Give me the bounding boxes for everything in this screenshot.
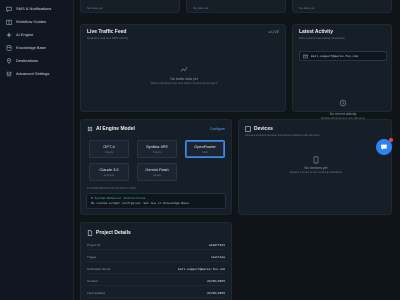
sidebar-item-workflow-guides[interactable]: Workflow Guides [0,15,74,28]
model-option-gemini[interactable]: Gemini Flash Google [137,163,177,181]
detail-key: Trigger [87,255,97,259]
sidebar-item-label: AI Engine [16,32,34,37]
model-desc: Custom [152,151,162,154]
latest-activity-card: Latest Activity Most recent user-facing … [292,24,392,120]
devices-card: Devices View and configure handsets and … [238,119,392,215]
stat-card-3: No data yet [292,0,392,13]
card-header: Project Details [87,230,131,236]
chart-icon [180,65,188,73]
card-subtitle: Most recent user-facing interaction [299,36,346,40]
empty-title: No recent activity [329,112,357,116]
empty-desc: Metrics will appear here once traffic is… [150,82,218,85]
prompt-line-2: No custom prompt configured. Set one in … [91,201,191,205]
card-title: Latest Activity [299,29,333,35]
sidebar-item-ai-engine[interactable]: AI Engine [0,28,74,41]
model-option-openrouter[interactable]: OpenRouter Multi [185,140,225,158]
detail-key: Project ID [87,243,101,247]
detail-value: 22/06/2025 [206,279,225,283]
configure-link[interactable]: Configure [210,127,225,131]
phone-icon [312,156,320,164]
model-name: Synthia 4PE [145,144,168,149]
detail-row: Notification Email mail-support@aereo-fo… [87,265,225,274]
detail-key: Last Updated [87,291,105,295]
system-prompt-box[interactable]: # System Behavior Instructions No custom… [86,193,226,209]
sidebar-item-label: Knowledge Base [16,45,47,50]
stat-card-1: No data yet [80,0,180,13]
model-name: GPT-4 [103,144,115,149]
database-icon [6,44,12,51]
detail-key: Notification Email [87,267,111,271]
sidebar-item-advanced-settings[interactable]: Advanced Settings [0,67,74,80]
card-subtitle: Real-time call and SMS activity [87,36,129,40]
prompt-label: SYSTEM BEHAVIOR INSTRUCTIONS [87,187,136,190]
model-desc: Multi [202,151,208,154]
stat-card-muted: No data yet [299,6,315,10]
pin-icon [6,57,12,64]
sidebar-item-destinations[interactable]: Destinations [0,54,74,67]
card-title: Project Details [96,230,131,236]
detail-value: realtime [210,255,225,259]
model-option-synthia[interactable]: Synthia 4PE Custom [137,140,177,158]
model-option-gpt-4[interactable]: GPT-4 OpenAI [89,140,129,158]
chat-icon [6,6,12,12]
live-traffic-card: Live Traffic Feed Real-time call and SMS… [80,24,286,112]
chat-bubble-icon [380,143,388,151]
detail-value: mail-support@aereo-fox.com [178,267,225,271]
email-display[interactable]: mail-support@aereo-fox.com [299,51,387,61]
detail-value: a1a0ff421 [208,243,225,247]
card-header: Devices [245,126,273,132]
stat-card-muted: No data yet [193,6,209,10]
model-desc: Anthropic [103,174,115,177]
device-icon [245,126,251,132]
card-title: Live Traffic Feed [87,29,127,35]
sidebar-item-label: Advanced Settings [16,71,50,76]
empty-title: No traffic data yet [170,77,198,81]
card-title: AI Engine Model [96,126,135,132]
notification-badge [389,138,393,142]
detail-value: 22/06/2025 [206,291,225,295]
project-details-card: Project Details Project ID a1a0ff421 Tri… [80,222,232,300]
book-icon [6,19,12,25]
model-option-claude[interactable]: Claude 3.5 Anthropic [89,163,129,181]
detail-key: Created [87,279,98,283]
prompt-line-1: # System Behavior Instructions [91,196,146,200]
detail-row: Created 22/06/2025 [87,277,225,286]
model-desc: Google [152,174,162,177]
empty-title: No devices yet [304,166,328,170]
sidebar-item-label: Destinations [16,58,39,63]
sparkle-icon [6,31,12,38]
clock-icon [339,99,347,107]
sidebar: SMS & Notifications Workflow Guides AI E… [0,0,74,300]
detail-row: Last Updated 22/06/2025 [87,289,225,298]
sidebar-item-knowledge-base[interactable]: Knowledge Base [0,41,74,54]
card-header: AI Engine Model [87,126,135,132]
model-name: OpenRouter [194,144,216,149]
email-value: mail-support@aereo-fox.com [311,54,358,58]
detail-row: Trigger realtime [87,253,225,262]
model-name: Gemini Flash [145,167,169,172]
stat-card-2: No data yet [186,0,286,13]
model-name: Claude 3.5 [99,167,119,172]
model-desc: OpenAI [104,151,114,154]
sliders-icon [6,71,12,77]
sidebar-item-label: Workflow Guides [16,19,47,24]
live-status-badge: ● LIVE [268,30,279,34]
card-subtitle: View and configure handsets and devices … [245,134,320,137]
sidebar-item-label: SMS & Notifications [16,6,52,11]
card-title: Devices [254,126,273,132]
document-icon [87,230,93,236]
cpu-icon [87,126,93,132]
app-root: SMS & Notifications Workflow Guides AI E… [0,0,400,300]
stat-card-muted: No data yet [87,6,103,10]
mail-icon [303,54,308,59]
sidebar-item-sms-notifications[interactable]: SMS & Notifications [0,2,74,15]
empty-desc: Register a device to start receiving not… [289,171,343,174]
detail-row: Project ID a1a0ff421 [87,241,225,250]
help-chat-button[interactable] [376,138,393,155]
